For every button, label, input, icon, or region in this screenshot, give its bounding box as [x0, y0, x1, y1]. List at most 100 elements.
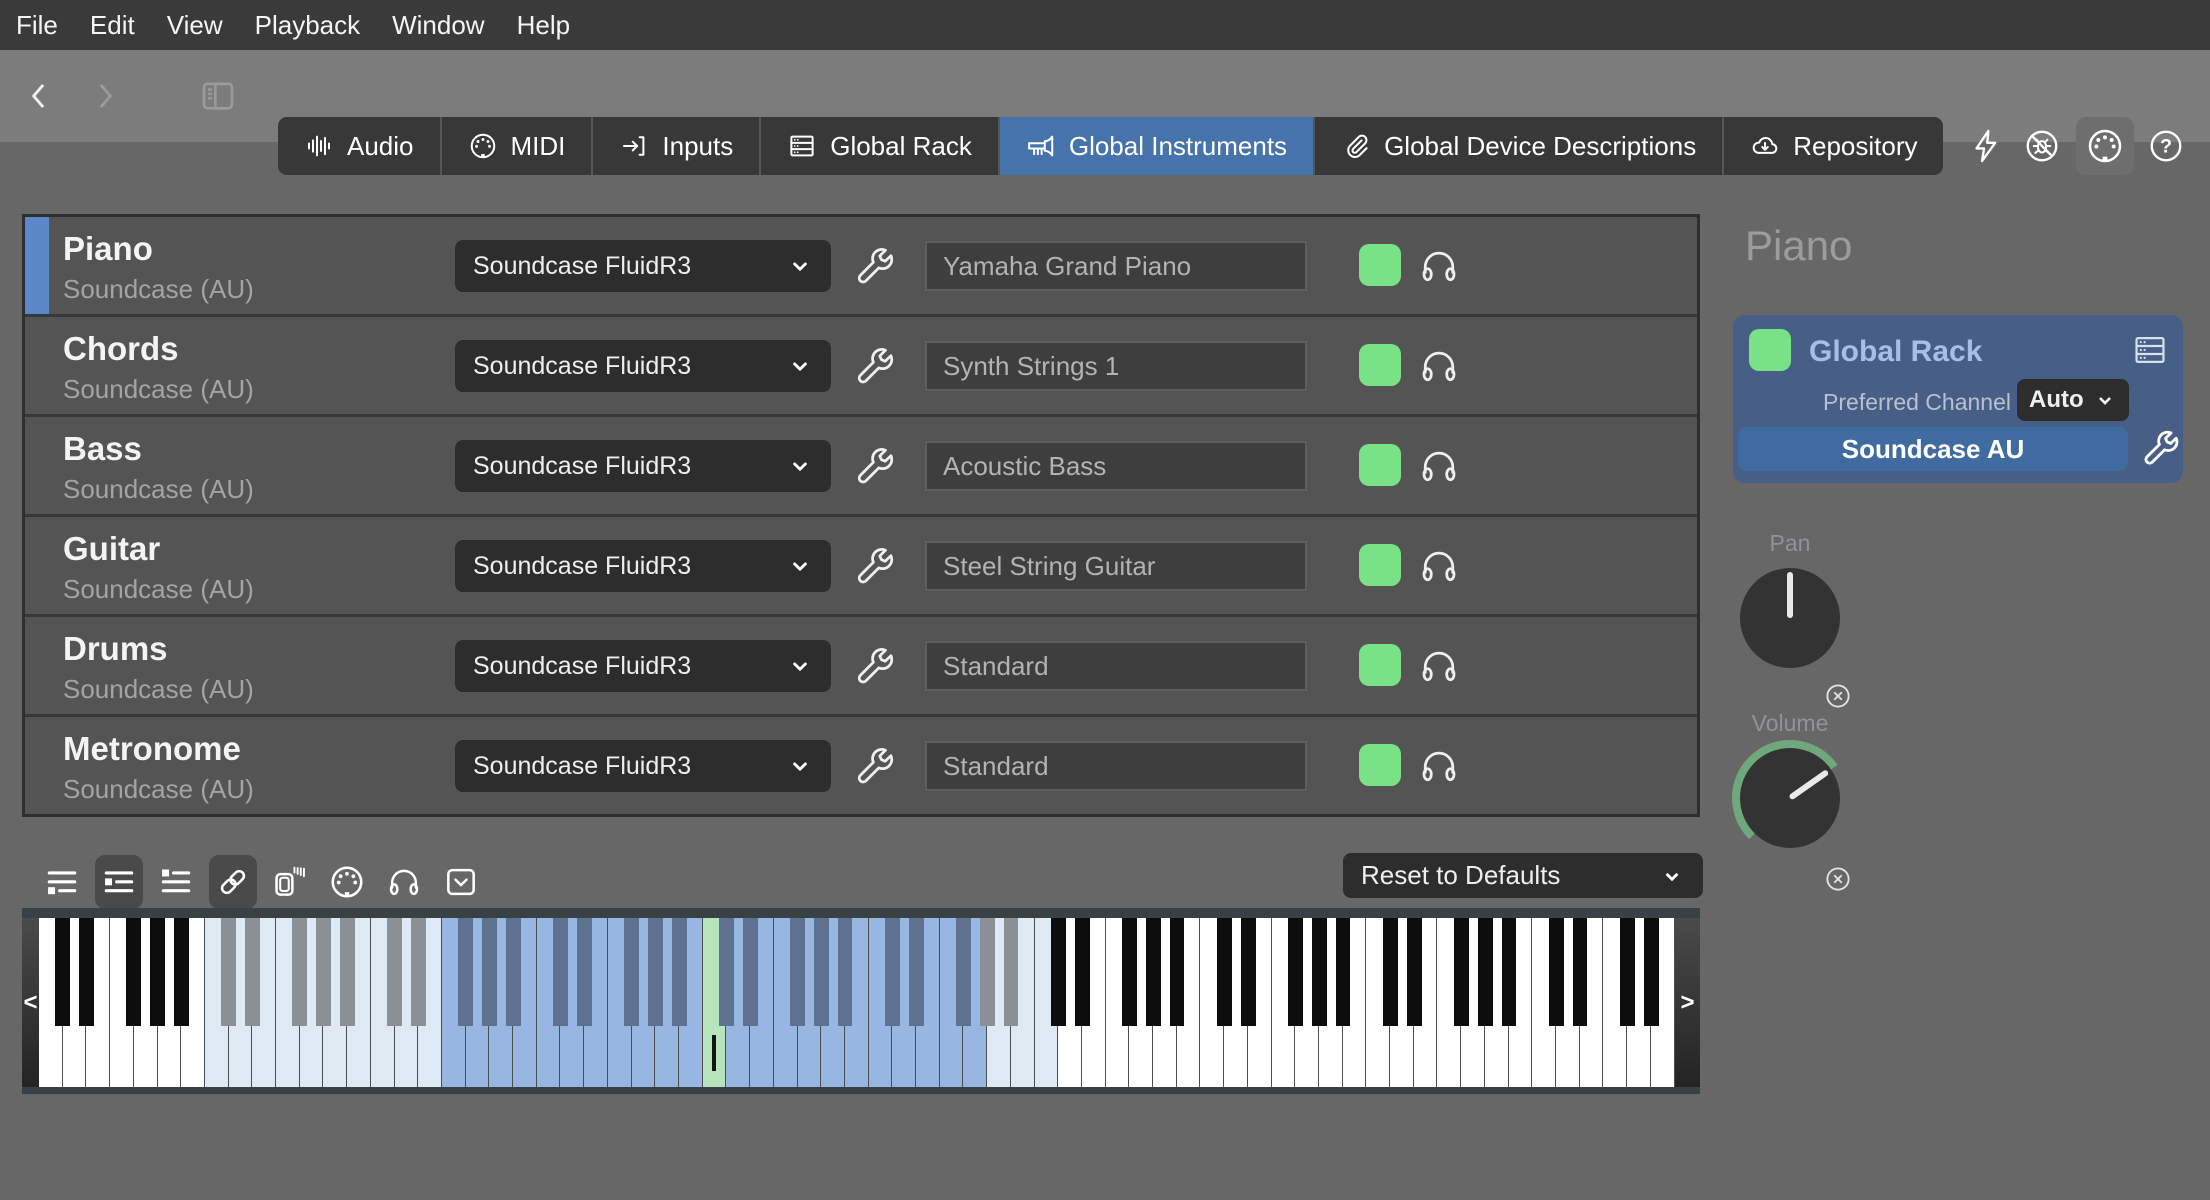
engine-dropdown[interactable]: Soundcase FluidR3 [455, 240, 831, 292]
tab-global-instruments[interactable]: Global Instruments [1000, 117, 1315, 175]
piano-black-key[interactable] [885, 918, 900, 1026]
engine-settings-wrench-icon[interactable] [853, 244, 897, 288]
piano-black-key[interactable] [340, 918, 355, 1026]
reset-to-defaults-dropdown[interactable]: Reset to Defaults [1343, 853, 1703, 898]
pad-strum-button[interactable] [266, 855, 314, 909]
engine-dropdown[interactable]: Soundcase FluidR3 [455, 340, 831, 392]
piano-black-key[interactable] [1170, 918, 1185, 1026]
piano-black-key[interactable] [482, 918, 497, 1026]
patch-field[interactable]: Standard [925, 641, 1307, 691]
tab-repository[interactable]: Repository [1724, 117, 1943, 175]
engine-dropdown[interactable]: Soundcase FluidR3 [455, 540, 831, 592]
dropdown-box-button[interactable] [437, 855, 485, 909]
pan-knob[interactable] [1740, 568, 1840, 668]
instrument-row-metronome[interactable]: MetronomeSoundcase (AU)Soundcase FluidR3… [25, 717, 1697, 814]
midi-din-button[interactable] [2076, 117, 2134, 175]
volume-reset-button[interactable] [1823, 864, 1853, 894]
instrument-active-toggle[interactable] [1359, 744, 1401, 786]
piano-black-key[interactable] [55, 918, 70, 1026]
piano-black-key[interactable] [1478, 918, 1493, 1026]
piano-black-key[interactable] [1573, 918, 1588, 1026]
engine-settings-wrench-icon[interactable] [853, 744, 897, 788]
lightning-button[interactable] [1962, 122, 2010, 170]
preferred-channel-dropdown[interactable]: Auto [2017, 379, 2129, 421]
piano-black-key[interactable] [316, 918, 331, 1026]
tab-audio[interactable]: Audio [278, 117, 442, 175]
plugin-button[interactable]: Soundcase AU [1738, 427, 2128, 471]
piano-black-key[interactable] [506, 918, 521, 1026]
engine-settings-wrench-icon[interactable] [853, 444, 897, 488]
piano-black-key[interactable] [126, 918, 141, 1026]
solo-headphones-icon[interactable] [1417, 744, 1461, 788]
piano-black-key[interactable] [1620, 918, 1635, 1026]
piano-black-key[interactable] [1288, 918, 1303, 1026]
solo-headphones-icon[interactable] [1417, 544, 1461, 588]
piano-black-key[interactable] [387, 918, 402, 1026]
instrument-row-chords[interactable]: ChordsSoundcase (AU)Soundcase FluidR3Syn… [25, 317, 1697, 414]
headphones-button[interactable] [380, 855, 428, 909]
piano-black-key[interactable] [221, 918, 236, 1026]
instrument-active-toggle[interactable] [1359, 344, 1401, 386]
instrument-row-drums[interactable]: DrumsSoundcase (AU)Soundcase FluidR3Stan… [25, 617, 1697, 714]
rack-active-toggle[interactable] [1749, 329, 1791, 371]
piano-black-key[interactable] [719, 918, 734, 1026]
piano-black-key[interactable] [411, 918, 426, 1026]
engine-dropdown[interactable]: Soundcase FluidR3 [455, 440, 831, 492]
help-button[interactable]: ? [2142, 122, 2190, 170]
engine-dropdown[interactable]: Soundcase FluidR3 [455, 740, 831, 792]
tab-global-device-descriptions[interactable]: Global Device Descriptions [1315, 117, 1724, 175]
piano-black-key[interactable] [790, 918, 805, 1026]
piano-black-key[interactable] [743, 918, 758, 1026]
piano-black-key[interactable] [1502, 918, 1517, 1026]
piano-black-key[interactable] [1122, 918, 1137, 1026]
piano-black-key[interactable] [1383, 918, 1398, 1026]
midi-din-button[interactable] [323, 855, 371, 909]
piano-black-key[interactable] [838, 918, 853, 1026]
menu-item-view[interactable]: View [167, 10, 223, 41]
piano-black-key[interactable] [814, 918, 829, 1026]
tab-inputs[interactable]: Inputs [593, 117, 761, 175]
piano-black-key[interactable] [1312, 918, 1327, 1026]
back-button[interactable] [18, 74, 62, 118]
menu-item-window[interactable]: Window [392, 10, 484, 41]
engine-settings-wrench-icon[interactable] [853, 344, 897, 388]
solo-headphones-icon[interactable] [1417, 244, 1461, 288]
instrument-active-toggle[interactable] [1359, 444, 1401, 486]
piano-black-key[interactable] [980, 918, 995, 1026]
piano-black-key[interactable] [150, 918, 165, 1026]
piano-black-key[interactable] [577, 918, 592, 1026]
piano-black-key[interactable] [553, 918, 568, 1026]
tab-global-rack[interactable]: Global Rack [761, 117, 1000, 175]
piano-black-key[interactable] [956, 918, 971, 1026]
piano-black-key[interactable] [458, 918, 473, 1026]
forward-button[interactable] [82, 74, 126, 118]
piano-black-key[interactable] [1004, 918, 1019, 1026]
instrument-row-piano[interactable]: PianoSoundcase (AU)Soundcase FluidR3Yama… [25, 217, 1697, 314]
tab-midi[interactable]: MIDI [442, 117, 594, 175]
piano-black-key[interactable] [672, 918, 687, 1026]
instrument-active-toggle[interactable] [1359, 544, 1401, 586]
plugin-settings-wrench-icon[interactable] [2140, 427, 2182, 469]
solo-headphones-icon[interactable] [1417, 644, 1461, 688]
list-marker-top-button[interactable] [152, 855, 200, 909]
patch-field[interactable]: Acoustic Bass [925, 441, 1307, 491]
instrument-active-toggle[interactable] [1359, 644, 1401, 686]
solo-headphones-icon[interactable] [1417, 444, 1461, 488]
menu-item-edit[interactable]: Edit [90, 10, 135, 41]
piano-black-key[interactable] [1549, 918, 1564, 1026]
instrument-active-toggle[interactable] [1359, 244, 1401, 286]
link-button[interactable] [209, 855, 257, 909]
piano-black-key[interactable] [1146, 918, 1161, 1026]
menu-item-playback[interactable]: Playback [255, 10, 361, 41]
engine-settings-wrench-icon[interactable] [853, 644, 897, 688]
piano-black-key[interactable] [1217, 918, 1232, 1026]
piano-black-key[interactable] [1336, 918, 1351, 1026]
piano-black-key[interactable] [292, 918, 307, 1026]
list-marker-bottom-button[interactable] [38, 855, 86, 909]
piano-black-key[interactable] [1454, 918, 1469, 1026]
patch-field[interactable]: Yamaha Grand Piano [925, 241, 1307, 291]
patch-field[interactable]: Standard [925, 741, 1307, 791]
menu-item-help[interactable]: Help [517, 10, 570, 41]
instrument-row-bass[interactable]: BassSoundcase (AU)Soundcase FluidR3Acous… [25, 417, 1697, 514]
piano-black-key[interactable] [1644, 918, 1659, 1026]
